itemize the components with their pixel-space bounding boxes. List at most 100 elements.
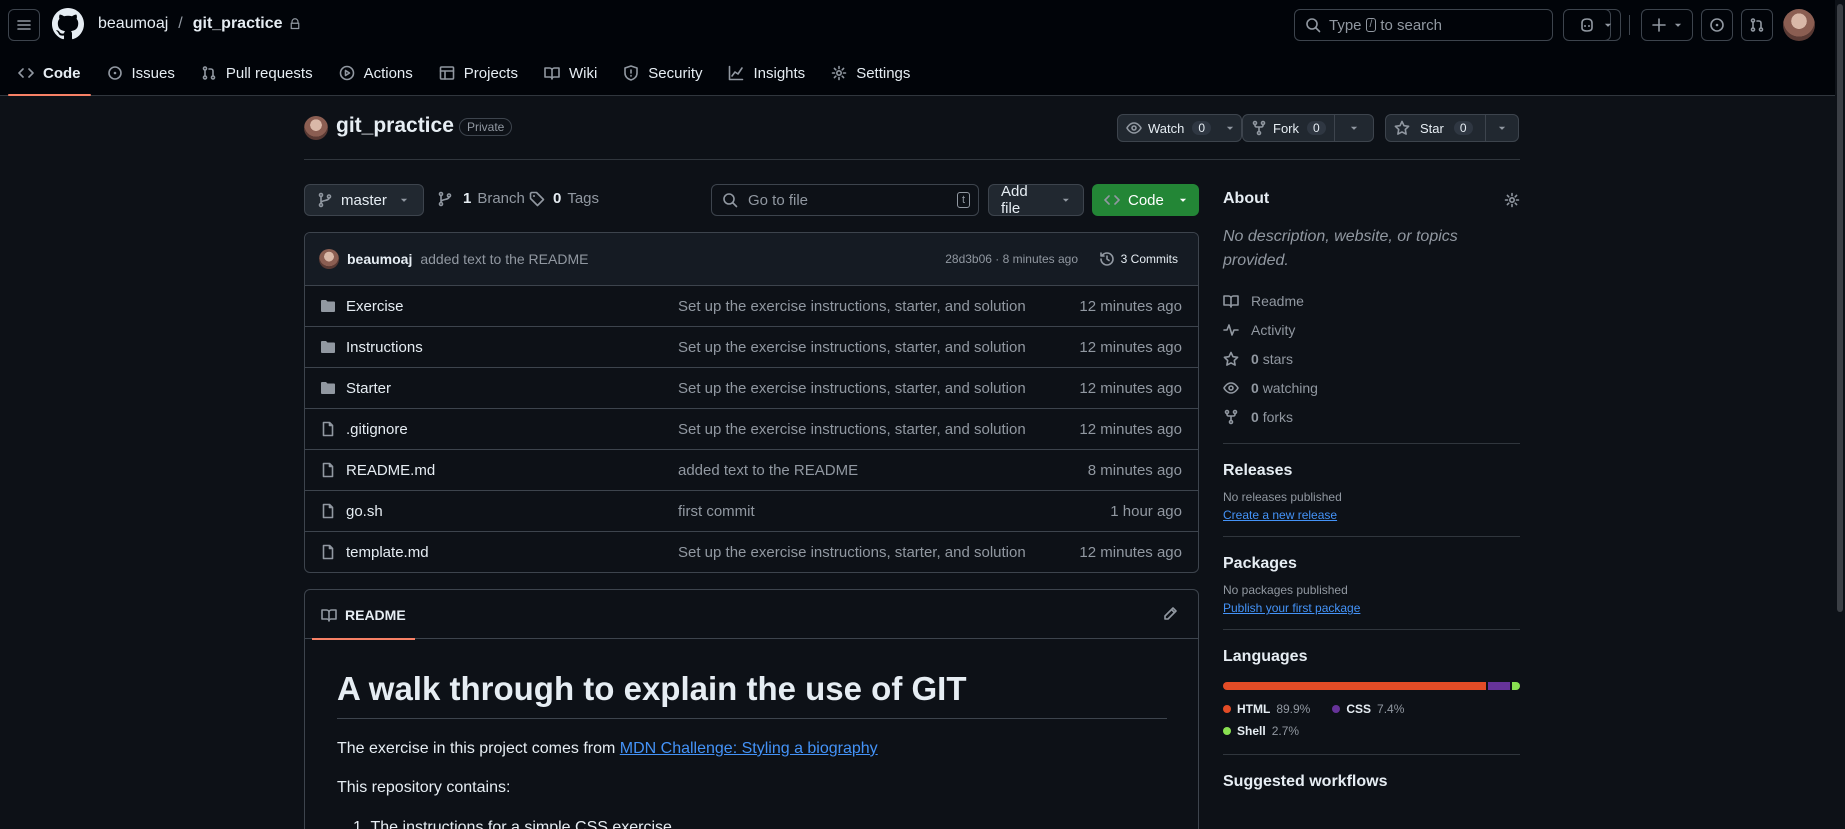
releases-heading[interactable]: Releases (1223, 462, 1520, 480)
fork-dropdown[interactable] (1335, 115, 1373, 141)
file-row[interactable]: template.md Set up the exercise instructi… (305, 532, 1198, 572)
branch-selector[interactable]: master (304, 184, 424, 216)
language-color-dot (1223, 705, 1231, 713)
tab-code[interactable]: Code (8, 58, 91, 96)
file-icon (322, 421, 334, 437)
tab-projects[interactable]: Projects (429, 58, 528, 88)
star-button[interactable]: Star 0 (1385, 114, 1519, 142)
tags-link[interactable]: 0 Tags (529, 190, 599, 207)
forks-link[interactable]: 0 forks (1223, 402, 1520, 431)
owner-avatar[interactable] (304, 116, 328, 140)
tab-security[interactable]: Security (613, 58, 712, 88)
file-name[interactable]: template.md (346, 544, 429, 561)
tab-pull-requests[interactable]: Pull requests (191, 58, 323, 88)
user-avatar[interactable] (1783, 9, 1815, 41)
file-row[interactable]: Starter Set up the exercise instructions,… (305, 368, 1198, 409)
file-row[interactable]: README.md added text to the README 8 minut… (305, 450, 1198, 491)
file-name[interactable]: Exercise (346, 298, 404, 315)
branch-count: 1 (463, 190, 472, 207)
plus-icon (1652, 18, 1666, 32)
watch-button[interactable]: Watch 0 (1117, 114, 1243, 142)
tab-wiki[interactable]: Wiki (534, 58, 607, 88)
file-name[interactable]: README.md (346, 462, 435, 479)
create-new-button[interactable] (1641, 9, 1693, 41)
watching-link[interactable]: 0 watching (1223, 373, 1520, 402)
language-percent: 89.9% (1276, 702, 1311, 716)
language-item[interactable]: HTML 89.9% (1223, 698, 1310, 720)
triangle-down-icon (1179, 198, 1186, 202)
tab-label: Actions (363, 64, 413, 82)
github-logo-icon[interactable] (52, 8, 84, 40)
readme-tab[interactable]: README (312, 590, 415, 640)
mdn-challenge-link[interactable]: MDN Challenge: Styling a biography (620, 740, 878, 757)
search-shortcut-key: / (1365, 18, 1377, 32)
file-commit-message[interactable]: Set up the exercise instructions, starte… (678, 380, 1026, 397)
file-name[interactable]: go.sh (346, 503, 383, 520)
triangle-down-icon (1063, 198, 1070, 202)
readme-paragraph: The exercise in this project comes from … (337, 740, 878, 758)
file-icon (322, 544, 334, 560)
commit-meta[interactable]: 28d3b06 · 8 minutes ago (945, 252, 1078, 266)
watch-label: Watch (1148, 120, 1185, 136)
gear-icon (831, 65, 847, 81)
breadcrumb-owner[interactable]: beaumoaj (98, 15, 168, 33)
tab-issues[interactable]: Issues (97, 58, 185, 88)
search-input[interactable]: Type / to search (1294, 9, 1553, 41)
file-row[interactable]: Instructions Set up the exercise instruct… (305, 327, 1198, 368)
file-commit-message[interactable]: added text to the README (678, 462, 858, 479)
copilot-dropdown[interactable] (1595, 9, 1621, 41)
star-dropdown[interactable] (1486, 115, 1518, 141)
scrollbar-thumb[interactable] (1837, 4, 1843, 612)
tab-label: Settings (856, 64, 911, 82)
branches-link[interactable]: 1 Branch (437, 190, 525, 207)
file-row[interactable]: Exercise Set up the exercise instructions… (305, 286, 1198, 327)
menu-button[interactable] (8, 9, 40, 41)
file-commit-message[interactable]: Set up the exercise instructions, starte… (678, 421, 1026, 438)
tab-label: Insights (753, 64, 806, 82)
fork-button[interactable]: Fork 0 (1242, 114, 1374, 142)
tab-label: Projects (463, 64, 518, 82)
file-commit-message[interactable]: first commit (678, 503, 755, 520)
file-name[interactable]: Instructions (346, 339, 423, 356)
readme-link[interactable]: Readme (1223, 286, 1520, 315)
stars-link[interactable]: 0 stars (1223, 344, 1520, 373)
packages-heading[interactable]: Packages (1223, 555, 1520, 573)
file-commit-message[interactable]: Set up the exercise instructions, starte… (678, 298, 1026, 315)
go-to-file-input[interactable]: Go to file t (711, 184, 979, 216)
create-release-link[interactable]: Create a new release (1223, 508, 1337, 522)
language-item[interactable]: CSS 7.4% (1332, 698, 1404, 720)
breadcrumb-repo[interactable]: git_practice (193, 15, 283, 33)
commits-link[interactable]: 3 Commits (1099, 251, 1178, 267)
file-row[interactable]: go.sh first commit 1 hour ago (305, 491, 1198, 532)
code-button[interactable]: Code (1092, 184, 1199, 216)
hamburger-icon (17, 20, 31, 30)
language-list: HTML 89.9% CSS 7.4% Shell 2.7% (1223, 698, 1520, 742)
star-label: Star (1420, 120, 1444, 136)
repo-name[interactable]: git_practice (336, 114, 454, 138)
file-row[interactable]: .gitignore Set up the exercise instructio… (305, 409, 1198, 450)
commit-author-avatar[interactable] (319, 249, 339, 269)
about-description: No description, website, or topics provi… (1223, 228, 1458, 269)
add-file-button[interactable]: Add file (988, 183, 1084, 217)
commit-author[interactable]: beaumoaj (347, 251, 412, 267)
file-name[interactable]: .gitignore (346, 421, 408, 438)
tab-actions[interactable]: Actions (329, 58, 423, 88)
watch-dropdown[interactable] (1219, 115, 1241, 141)
file-name[interactable]: Starter (346, 380, 391, 397)
activity-link[interactable]: Activity (1223, 315, 1520, 344)
shield-icon (624, 65, 639, 81)
file-commit-message[interactable]: Set up the exercise instructions, starte… (678, 544, 1026, 561)
edit-readme-button[interactable] (1162, 606, 1178, 622)
publish-package-link[interactable]: Publish your first package (1223, 601, 1360, 615)
pull-requests-button[interactable] (1741, 9, 1773, 41)
commit-message[interactable]: added text to the README (420, 251, 588, 267)
repo-forked-icon (1224, 409, 1238, 424)
breadcrumb-separator: / (178, 15, 183, 32)
language-item[interactable]: Shell 2.7% (1223, 720, 1299, 742)
language-name: HTML (1237, 702, 1271, 716)
tab-insights[interactable]: Insights (718, 58, 815, 88)
tab-settings[interactable]: Settings (821, 58, 920, 88)
issues-button[interactable] (1701, 9, 1733, 41)
file-commit-message[interactable]: Set up the exercise instructions, starte… (678, 339, 1026, 356)
edit-about-button[interactable] (1504, 192, 1520, 208)
